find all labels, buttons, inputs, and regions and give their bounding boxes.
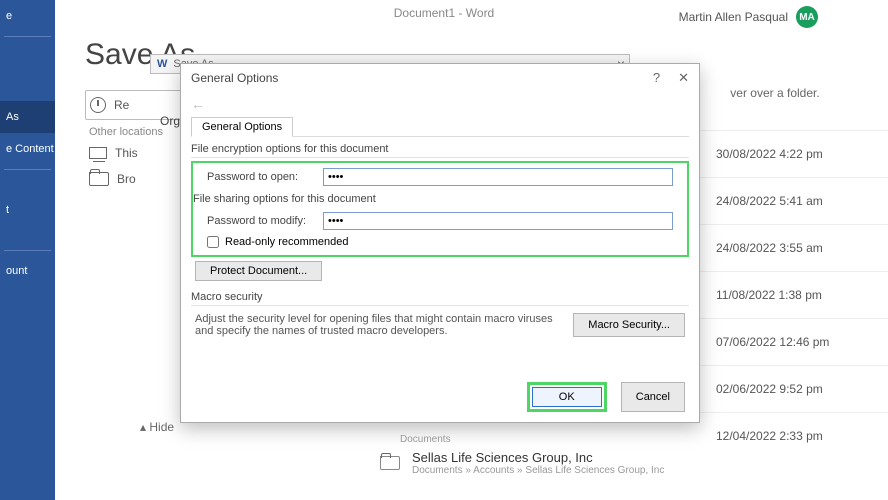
clock-icon bbox=[90, 97, 106, 113]
list-item[interactable]: 07/06/2022 12:46 pm bbox=[688, 318, 888, 365]
nav-item-save-as[interactable]: As bbox=[0, 101, 55, 133]
nav-item[interactable]: ount bbox=[0, 255, 55, 287]
folder-name: Sellas Life Sciences Group, Inc bbox=[412, 450, 664, 465]
folder-row[interactable]: Sellas Life Sciences Group, Inc Document… bbox=[380, 450, 664, 476]
user-name: Martin Allen Pasqual bbox=[679, 10, 788, 24]
list-item[interactable]: 02/06/2022 9:52 pm bbox=[688, 365, 888, 412]
cancel-button[interactable]: Cancel bbox=[621, 382, 685, 412]
password-highlight: Password to open: File sharing options f… bbox=[191, 161, 689, 257]
protect-document-button[interactable]: Protect Document... bbox=[195, 261, 322, 281]
avatar[interactable]: MA bbox=[796, 6, 818, 28]
nav-item[interactable]: e Content bbox=[0, 133, 55, 165]
ok-button[interactable]: OK bbox=[532, 387, 602, 407]
nav-item[interactable] bbox=[0, 81, 55, 101]
readonly-checkbox[interactable] bbox=[207, 236, 219, 248]
user-area[interactable]: Martin Allen Pasqual MA bbox=[679, 6, 818, 28]
general-options-dialog: General Options ? ✕ ← General Options Fi… bbox=[180, 63, 700, 423]
word-icon: W bbox=[157, 58, 167, 70]
list-item[interactable]: 11/08/2022 1:38 pm bbox=[688, 271, 888, 318]
macro-group-label: Macro security bbox=[191, 291, 689, 306]
password-open-input[interactable] bbox=[323, 168, 673, 186]
nav-item[interactable] bbox=[0, 287, 55, 307]
close-icon[interactable]: ✕ bbox=[678, 70, 689, 86]
nav-item[interactable] bbox=[0, 174, 55, 194]
this-pc-label: This bbox=[115, 146, 138, 160]
nav-item[interactable]: e bbox=[0, 0, 55, 32]
folder-path: Documents » Accounts » Sellas Life Scien… bbox=[412, 465, 664, 476]
browse-label: Bro bbox=[117, 172, 136, 186]
macro-description: Adjust the security level for opening fi… bbox=[195, 313, 563, 337]
hide-pane-toggle[interactable]: ▴ Hide bbox=[140, 420, 174, 434]
backstage-nav: e As e Content t ount bbox=[0, 0, 55, 500]
password-open-label: Password to open: bbox=[207, 171, 317, 183]
list-item[interactable]: 24/08/2022 5:41 am bbox=[688, 177, 888, 224]
list-item[interactable]: 24/08/2022 3:55 am bbox=[688, 224, 888, 271]
back-icon[interactable]: ← bbox=[181, 92, 699, 116]
list-item[interactable]: 30/08/2022 4:22 pm bbox=[688, 130, 888, 177]
macro-security-button[interactable]: Macro Security... bbox=[573, 313, 685, 337]
tab-general-options[interactable]: General Options bbox=[191, 117, 293, 137]
ok-highlight: OK bbox=[527, 382, 607, 412]
nav-item[interactable] bbox=[0, 61, 55, 81]
nav-item[interactable] bbox=[0, 41, 55, 61]
folder-icon bbox=[89, 172, 109, 186]
password-modify-input[interactable] bbox=[323, 212, 673, 230]
nav-item[interactable] bbox=[0, 226, 55, 246]
encryption-group-label: File encryption options for this documen… bbox=[191, 143, 689, 158]
recent-list: ver over a folder. 30/08/2022 4:22 pm 24… bbox=[688, 86, 888, 459]
nav-item[interactable]: t bbox=[0, 194, 55, 226]
sharing-group-label: File sharing options for this document bbox=[193, 193, 687, 207]
readonly-label: Read-only recommended bbox=[225, 236, 349, 248]
password-modify-label: Password to modify: bbox=[207, 215, 317, 227]
recent-label: Re bbox=[114, 98, 129, 112]
list-item[interactable]: 12/04/2022 2:33 pm bbox=[688, 412, 888, 459]
dialog-title: General Options bbox=[191, 71, 278, 85]
folder-icon bbox=[380, 456, 400, 470]
folder-path-above: Documents bbox=[400, 434, 451, 445]
pc-icon bbox=[89, 147, 107, 159]
help-icon[interactable]: ? bbox=[653, 70, 660, 86]
